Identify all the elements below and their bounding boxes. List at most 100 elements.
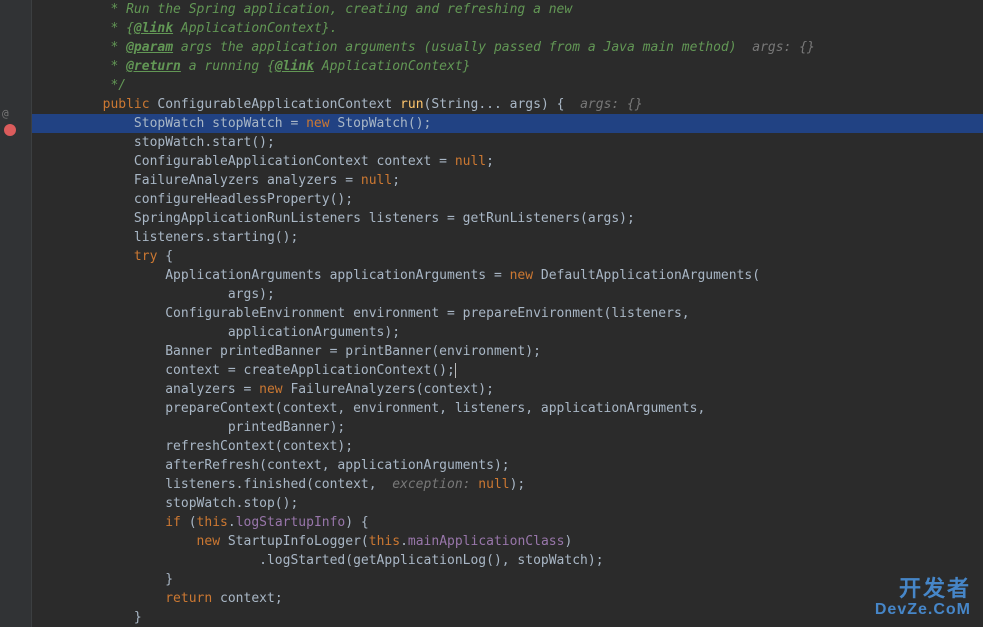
code-line[interactable]: } — [32, 570, 983, 589]
code-token: DefaultApplicationArguments( — [541, 268, 760, 283]
code-line[interactable]: ConfigurableApplicationContext context =… — [32, 152, 983, 171]
code-line[interactable]: refreshContext(context); — [32, 437, 983, 456]
code-token: null — [361, 173, 392, 188]
override-icon[interactable]: @ — [2, 107, 16, 121]
code-token: StopWatch(); — [337, 116, 431, 131]
code-token: null — [478, 477, 509, 492]
code-token: new — [306, 116, 337, 131]
code-token: a running { — [181, 59, 275, 74]
breakpoint-icon[interactable] — [4, 124, 16, 136]
code-token: ; — [392, 173, 400, 188]
code-token: context; — [220, 591, 283, 606]
code-token: ApplicationContext}. — [173, 21, 337, 36]
code-token: prepareContext(context, environment, lis… — [40, 401, 705, 416]
code-line[interactable]: try { — [32, 247, 983, 266]
code-line[interactable]: public ConfigurableApplicationContext ru… — [32, 95, 983, 114]
code-editor[interactable]: @ * Run the Spring application, creating… — [0, 0, 983, 627]
code-line[interactable]: analyzers = new FailureAnalyzers(context… — [32, 380, 983, 399]
code-token: ); — [510, 477, 526, 492]
code-line[interactable]: SpringApplicationRunListeners listeners … — [32, 209, 983, 228]
code-token: ) { — [345, 515, 368, 530]
code-line[interactable]: printedBanner); — [32, 418, 983, 437]
code-token — [40, 515, 165, 530]
code-token: refreshContext(context); — [40, 439, 353, 454]
code-token: if — [165, 515, 188, 530]
code-token: analyzers = — [40, 382, 259, 397]
code-line[interactable]: * @return a running {@link ApplicationCo… — [32, 57, 983, 76]
code-token: applicationArguments); — [40, 325, 400, 340]
gutter[interactable]: @ — [0, 0, 32, 627]
code-line[interactable]: afterRefresh(context, applicationArgumen… — [32, 456, 983, 475]
code-token — [40, 534, 197, 549]
code-line[interactable]: new StartupInfoLogger(this.mainApplicati… — [32, 532, 983, 551]
code-token: FailureAnalyzers analyzers = — [40, 173, 361, 188]
code-token: ApplicationArguments applicationArgument… — [40, 268, 510, 283]
code-token: } — [40, 610, 142, 625]
code-line[interactable]: return context; — [32, 589, 983, 608]
watermark-line1: 开发者 — [875, 577, 971, 601]
code-line[interactable]: } — [32, 608, 983, 627]
code-token — [40, 249, 134, 264]
code-line[interactable]: FailureAnalyzers analyzers = null; — [32, 171, 983, 190]
code-area[interactable]: * Run the Spring application, creating a… — [32, 0, 983, 627]
code-token: ConfigurableEnvironment environment = pr… — [40, 306, 690, 321]
code-token: @link — [134, 21, 173, 36]
code-token: args: {} — [752, 40, 815, 55]
code-line[interactable]: context = createApplicationContext(); — [32, 361, 983, 380]
code-token: stopWatch.stop(); — [40, 496, 298, 511]
cursor — [455, 363, 456, 378]
code-token: } — [40, 572, 173, 587]
code-token: @param — [126, 40, 173, 55]
code-token: afterRefresh(context, applicationArgumen… — [40, 458, 510, 473]
code-line[interactable]: configureHeadlessProperty(); — [32, 190, 983, 209]
code-token: ConfigurableApplicationContext context = — [40, 154, 455, 169]
code-token: . — [228, 515, 236, 530]
code-line[interactable]: StopWatch stopWatch = new StopWatch(); — [32, 114, 983, 133]
code-token: @return — [126, 59, 181, 74]
code-token — [40, 591, 165, 606]
code-token: .logStarted(getApplicationLog(), stopWat… — [40, 553, 604, 568]
code-token: ApplicationContext} — [314, 59, 471, 74]
code-token: try — [134, 249, 165, 264]
code-line[interactable]: .logStarted(getApplicationLog(), stopWat… — [32, 551, 983, 570]
code-token: * — [40, 59, 126, 74]
code-token: listeners.starting(); — [40, 230, 298, 245]
code-token: SpringApplicationRunListeners listeners … — [40, 211, 635, 226]
code-line[interactable]: Banner printedBanner = printBanner(envir… — [32, 342, 983, 361]
code-line[interactable]: applicationArguments); — [32, 323, 983, 342]
code-token: public — [103, 97, 158, 112]
code-line[interactable]: * {@link ApplicationContext}. — [32, 19, 983, 38]
code-line[interactable]: * @param args the application arguments … — [32, 38, 983, 57]
code-token: * Run the Spring application, creating a… — [40, 2, 572, 17]
code-token: args the application arguments (usually … — [173, 40, 752, 55]
code-line[interactable]: ApplicationArguments applicationArgument… — [32, 266, 983, 285]
code-token: ( — [189, 515, 197, 530]
code-token: StartupInfoLogger( — [228, 534, 369, 549]
code-line[interactable]: if (this.logStartupInfo) { — [32, 513, 983, 532]
code-token: ; — [486, 154, 494, 169]
code-token: new — [197, 534, 228, 549]
code-token: null — [455, 154, 486, 169]
code-token: FailureAnalyzers(context); — [290, 382, 494, 397]
code-token: */ — [40, 78, 126, 93]
code-token: (String... args) { — [424, 97, 581, 112]
code-token: StopWatch stopWatch = — [40, 116, 306, 131]
code-token: printedBanner); — [40, 420, 345, 435]
code-token: Banner printedBanner = printBanner(envir… — [40, 344, 541, 359]
code-token: run — [400, 97, 423, 112]
code-line[interactable]: * Run the Spring application, creating a… — [32, 0, 983, 19]
code-token: . — [400, 534, 408, 549]
code-line[interactable]: listeners.starting(); — [32, 228, 983, 247]
code-token: mainApplicationClass — [408, 534, 565, 549]
code-token: args); — [40, 287, 275, 302]
code-line[interactable]: listeners.finished(context, exception: n… — [32, 475, 983, 494]
code-token: ConfigurableApplicationContext — [157, 97, 400, 112]
code-line[interactable]: */ — [32, 76, 983, 95]
code-token: @link — [275, 59, 314, 74]
code-line[interactable]: stopWatch.start(); — [32, 133, 983, 152]
code-token: configureHeadlessProperty(); — [40, 192, 353, 207]
code-line[interactable]: ConfigurableEnvironment environment = pr… — [32, 304, 983, 323]
code-line[interactable]: stopWatch.stop(); — [32, 494, 983, 513]
code-line[interactable]: prepareContext(context, environment, lis… — [32, 399, 983, 418]
code-line[interactable]: args); — [32, 285, 983, 304]
